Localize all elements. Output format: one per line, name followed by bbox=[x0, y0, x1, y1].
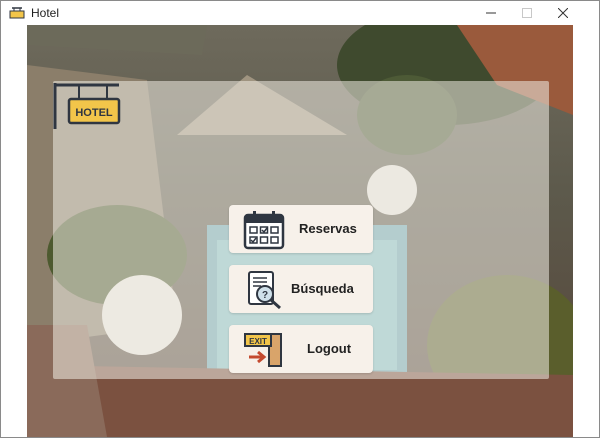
minimize-icon bbox=[486, 12, 496, 14]
hotel-sign-text: HOTEL bbox=[75, 107, 113, 119]
busqueda-label: Búsqueda bbox=[291, 281, 354, 296]
reservas-label: Reservas bbox=[299, 221, 357, 236]
close-button[interactable] bbox=[545, 1, 581, 25]
hotel-sign-icon: HOTEL bbox=[53, 83, 121, 129]
reservas-button[interactable]: Reservas bbox=[229, 205, 373, 253]
search-document-icon: ? bbox=[248, 271, 281, 310]
hotel-background-photo: HOTEL Reservas ? Búsqueda EXIT Logout bbox=[27, 25, 573, 437]
hotel-app-icon bbox=[9, 7, 25, 19]
main-menu-panel: HOTEL Reservas ? Búsqueda EXIT Logout bbox=[53, 81, 549, 379]
title-bar[interactable]: Hotel bbox=[1, 1, 599, 25]
logout-label: Logout bbox=[307, 341, 352, 356]
maximize-button[interactable] bbox=[509, 1, 545, 25]
window-title: Hotel bbox=[31, 6, 60, 20]
minimize-button[interactable] bbox=[473, 1, 509, 25]
exit-sign-text: EXIT bbox=[249, 337, 267, 346]
close-icon bbox=[558, 8, 568, 18]
maximize-icon bbox=[522, 8, 532, 18]
app-window: Hotel HOTEL Reservas ? Búsqueda EXIT Log… bbox=[0, 0, 600, 438]
busqueda-button[interactable]: ? Búsqueda bbox=[229, 265, 373, 313]
exit-door-icon: EXIT bbox=[244, 333, 282, 367]
svg-text:?: ? bbox=[262, 290, 268, 301]
logout-button[interactable]: EXIT Logout bbox=[229, 325, 373, 373]
calendar-icon bbox=[243, 211, 285, 250]
